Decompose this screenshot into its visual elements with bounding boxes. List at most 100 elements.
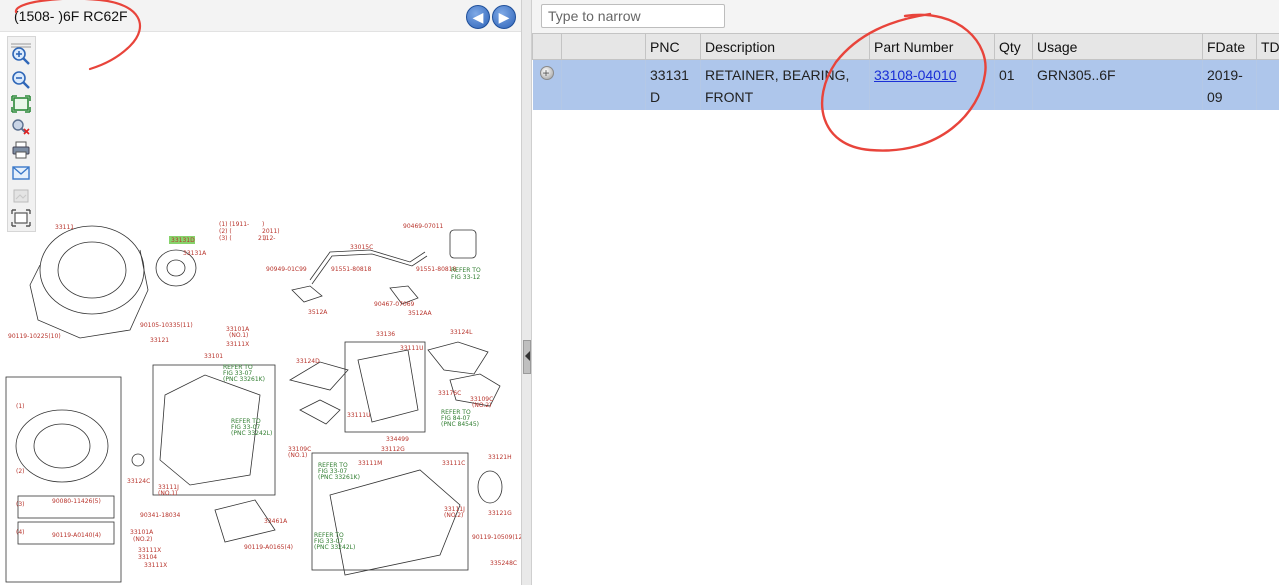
table-row[interactable]: 33131 D RETAINER, BEARING, FRONT 33108-0… [532,59,1279,110]
diagram-callout[interactable]: 90949-01C99 [266,266,307,273]
diagram-callout[interactable]: (3) ( [219,235,232,242]
diagram-header: (1508- )6F RC62F ◀ ▶ [0,0,521,32]
diagram-callout[interactable]: (PNC 33242L) [231,430,272,437]
diagram-callout[interactable]: (NO.2) [133,536,152,543]
column-header-qty[interactable]: Qty [994,33,1033,60]
diagram-callout[interactable]: 90105-10335(11) [140,322,193,329]
diagram-callout[interactable]: (PNC 33261K) [318,474,360,481]
diagram-callout[interactable]: 33131A [183,250,207,257]
diagram-callout[interactable]: 33111U [347,412,370,419]
diagram-callout[interactable]: (2) ( [219,228,232,235]
fit-to-window-icon[interactable] [11,95,31,113]
email-icon[interactable] [11,164,31,182]
diagram-callout[interactable]: 33136 [376,331,395,338]
diagram-callout[interactable]: 33461A [264,518,288,525]
diagram-callout[interactable]: 33176C [438,390,461,397]
diagram-callout[interactable]: 2011) [262,228,280,235]
diagram-callout[interactable]: ) [264,235,266,242]
disabled-tool-icon [11,187,31,205]
diagram-callout[interactable]: 33111M [358,460,382,467]
diagram-callout[interactable]: (1) (1911- [219,221,249,228]
parts-list-panel: PNC Description Part Number Qty Usage FD… [532,0,1279,585]
diagram-callout[interactable]: 90119-A0165(4) [244,544,293,551]
column-header-usage[interactable]: Usage [1032,33,1203,60]
column-header[interactable] [532,33,562,60]
diagram-callout[interactable]: ) [262,221,264,228]
zoom-out-icon[interactable] [11,71,31,89]
diagram-callout[interactable]: 33015C [350,244,373,251]
diagram-callout[interactable]: 33121 [150,337,169,344]
cell-td [1256,59,1279,110]
diagram-callout[interactable]: 90467-07069 [374,301,415,308]
cell-qty: 01 [994,59,1033,110]
diagram-callout[interactable]: 33121G [488,510,512,517]
column-header-td[interactable]: TD [1256,33,1279,60]
search-clear-icon[interactable] [11,118,31,136]
diagram-callout[interactable]: 3512AA [408,310,433,317]
diagram-callout[interactable]: (NO.2) [444,512,463,519]
column-header-fdate[interactable]: FDate [1202,33,1257,60]
chevron-left-icon [525,351,530,361]
diagram-callout[interactable]: 33101 [204,353,223,360]
diagram-callout[interactable]: (1) [16,403,25,410]
cell-description: RETAINER, BEARING, FRONT [700,59,870,110]
filter-bar [532,0,1279,34]
diagram-callout[interactable]: 33111C [442,460,465,467]
cell-pnc: 33131 D [645,59,701,110]
diagram-callout[interactable]: (PNC 33261K) [223,376,265,383]
diagram-callout[interactable]: REFER TO [451,267,481,274]
diagram-callout[interactable]: 33111X [144,562,167,569]
part-number-link[interactable]: 33108-04010 [874,67,957,83]
diagram-callout[interactable]: (NO.2) [472,402,491,409]
row-expander-cell[interactable] [532,59,562,110]
collapse-panel-button[interactable] [523,340,531,374]
diagram-callout[interactable]: 90119-A0140(4) [52,532,101,539]
search-input[interactable] [541,4,725,28]
diagram-callout[interactable]: 33124C [127,478,150,485]
panel-splitter[interactable] [521,0,532,585]
diagram-callout[interactable]: 33131D [171,237,195,244]
diagram-callout[interactable]: 90080-11426(5) [52,498,101,505]
diagram-callout[interactable]: 2112- [258,235,275,242]
zoom-in-icon[interactable] [11,47,31,65]
diagram-callout[interactable]: 90119-10509(12) [472,534,521,541]
diagram-callout[interactable]: 33111X [226,341,249,348]
diagram-callout[interactable]: (PNC 84545) [441,421,479,428]
diagram-callout[interactable]: 90469-07011 [403,223,444,230]
diagram-callout[interactable]: (PNC 33242L) [314,544,355,551]
diagram-callout[interactable]: 335248C [490,560,517,567]
diagram-callout[interactable]: 33112G [381,446,405,453]
diagram-callout[interactable]: 90119-10225(10) [8,333,61,340]
parts-diagram[interactable]: 33111 33131D 33131A 33015C 90469-07011 90949-… [0,210,521,585]
column-header[interactable] [561,33,646,60]
column-header-pnc[interactable]: PNC [645,33,701,60]
diagram-callout[interactable]: 33104 [138,554,157,561]
print-icon[interactable] [11,141,31,159]
diagram-callout[interactable]: (NO.1) [229,332,248,339]
arrow-right-icon[interactable]: ▶ [492,5,516,29]
column-header-part-number[interactable]: Part Number [869,33,995,60]
diagram-callout[interactable]: 90341-18034 [140,512,181,519]
diagram-callout[interactable]: (4) [16,529,25,536]
diagram-callout[interactable]: (3) [16,501,25,508]
diagram-callout[interactable]: 3512A [308,309,328,316]
toolbar-grip[interactable] [11,35,31,48]
diagram-callout[interactable]: (NO.1) [288,452,307,459]
diagram-callout[interactable]: 33121H [488,454,512,461]
diagram-callout[interactable]: (NO.1) [158,490,177,497]
parts-table: PNC Description Part Number Qty Usage FD… [532,33,1279,110]
diagram-callout[interactable]: 334499 [386,436,409,443]
diagram-callout[interactable]: 33101A [130,529,154,536]
column-header-description[interactable]: Description [700,33,870,60]
diagram-callout[interactable]: 33111U [400,345,423,352]
row-blank-cell [561,59,646,110]
arrow-left-icon[interactable]: ◀ [466,5,490,29]
diagram-callout[interactable]: 33111X [138,547,161,554]
diagram-callout[interactable]: 33124D [296,358,320,365]
diagram-callout[interactable]: 91551-80818 [331,266,372,273]
diagram-callout[interactable]: (2) [16,468,25,475]
diagram-callout[interactable]: FIG 33-12 [451,274,480,281]
diagram-callout[interactable]: 33124L [450,329,473,336]
expand-row-icon[interactable] [539,62,554,84]
diagram-callout[interactable]: 33111 [55,224,74,231]
